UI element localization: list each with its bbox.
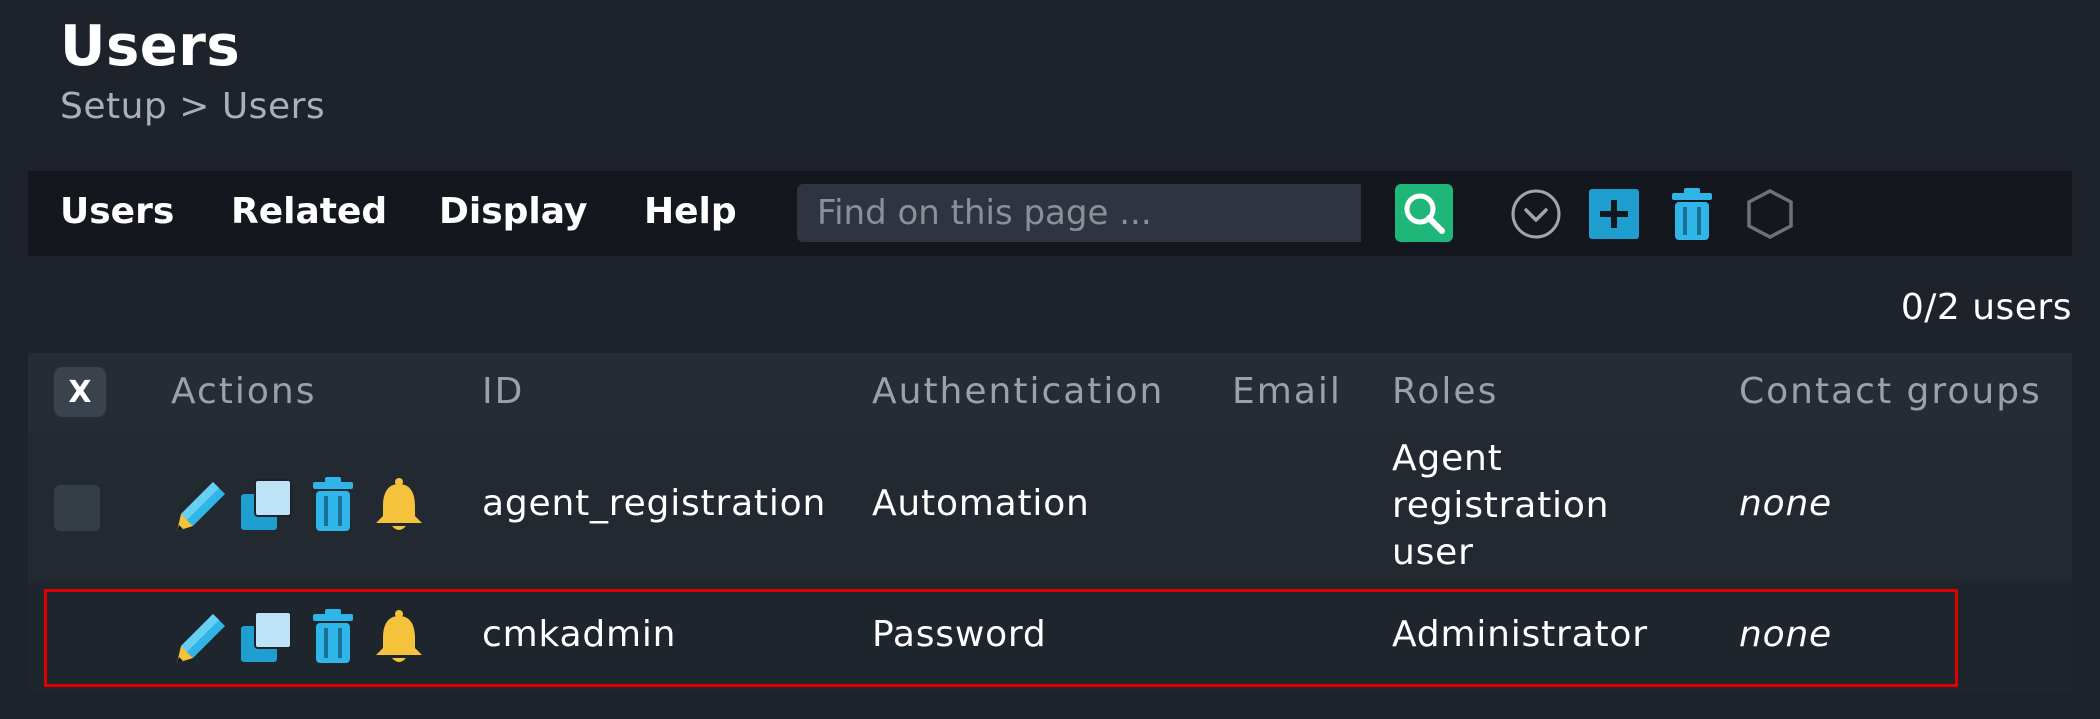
add-icon[interactable] bbox=[1586, 186, 1642, 242]
table-row: cmkadmin Password Administrator none bbox=[28, 583, 2072, 691]
clone-icon[interactable] bbox=[239, 608, 295, 666]
pencil-icon[interactable] bbox=[173, 476, 229, 534]
select-all-toggle[interactable]: X bbox=[54, 367, 106, 417]
menu-related[interactable]: Related bbox=[231, 191, 387, 232]
column-actions: Actions bbox=[171, 371, 317, 412]
menu-display[interactable]: Display bbox=[439, 191, 587, 232]
trash-icon[interactable] bbox=[1664, 186, 1720, 242]
user-id[interactable]: cmkadmin bbox=[482, 614, 676, 655]
column-authentication[interactable]: Authentication bbox=[872, 371, 1164, 412]
bell-icon[interactable] bbox=[371, 608, 427, 666]
page-title: Users bbox=[60, 14, 241, 79]
column-roles[interactable]: Roles bbox=[1392, 371, 1498, 412]
table-row: agent_registration Automation Agent regi… bbox=[28, 431, 2072, 583]
chevron-down-icon[interactable] bbox=[1508, 186, 1564, 242]
pencil-icon[interactable] bbox=[173, 608, 229, 666]
user-contact-groups: none bbox=[1739, 614, 1833, 655]
user-id[interactable]: agent_registration bbox=[482, 483, 826, 524]
user-roles: Agent registration user bbox=[1392, 438, 1610, 573]
bell-icon[interactable] bbox=[371, 476, 427, 534]
menu-bar: Users Related Display Help bbox=[28, 171, 2072, 256]
clone-icon[interactable] bbox=[239, 476, 295, 534]
user-contact-groups: none bbox=[1739, 483, 1833, 524]
search-input[interactable] bbox=[797, 184, 1361, 242]
user-count: 0/2 users bbox=[1900, 287, 2072, 328]
row-checkbox[interactable] bbox=[54, 485, 100, 531]
user-roles: Administrator bbox=[1392, 614, 1648, 655]
users-table: X Actions ID Authentication Email Roles … bbox=[28, 353, 2072, 691]
menu-users[interactable]: Users bbox=[60, 191, 174, 232]
table-header: X Actions ID Authentication Email Roles … bbox=[28, 353, 2072, 431]
search-icon bbox=[1404, 193, 1445, 234]
user-authentication: Automation bbox=[872, 483, 1090, 524]
column-email[interactable]: Email bbox=[1232, 371, 1342, 412]
trash-icon[interactable] bbox=[305, 608, 361, 666]
search-button[interactable] bbox=[1395, 184, 1453, 242]
user-authentication: Password bbox=[872, 614, 1047, 655]
menu-help[interactable]: Help bbox=[644, 191, 737, 232]
hexagon-icon[interactable] bbox=[1742, 186, 1798, 242]
column-id[interactable]: ID bbox=[482, 371, 524, 412]
trash-icon[interactable] bbox=[305, 476, 361, 534]
breadcrumb[interactable]: Setup > Users bbox=[60, 86, 325, 127]
column-contact-groups[interactable]: Contact groups bbox=[1739, 371, 2042, 412]
